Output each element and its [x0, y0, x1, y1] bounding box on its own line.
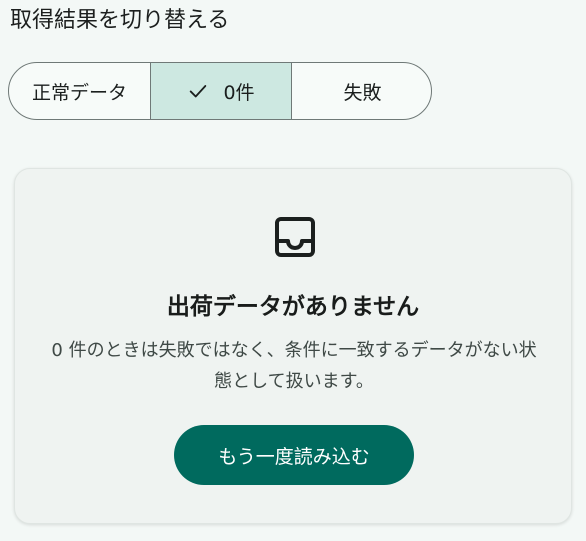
empty-state-description: 0 件のときは失敗ではなく、条件に一致するデータがない状態として扱います。: [51, 340, 537, 392]
segment-normal-data[interactable]: 正常データ: [9, 63, 150, 119]
page: 取得結果を切り替える 正常データ 0件 失敗 出荷データがありません 0 件のと…: [0, 0, 586, 541]
segment-zero-items-label: 0件: [223, 81, 255, 104]
result-toggle: 正常データ 0件 失敗: [8, 62, 432, 120]
empty-state-title: 出荷データがありません: [166, 294, 420, 320]
segment-normal-data-label: 正常データ: [31, 81, 127, 104]
check-icon: [187, 80, 209, 102]
segment-failed-label: 失敗: [343, 81, 382, 104]
reload-button[interactable]: もう一度読み込む: [174, 425, 414, 485]
empty-state-card: 出荷データがありません 0 件のときは失敗ではなく、条件に一致するデータがない状…: [14, 168, 572, 524]
inbox-icon: [271, 213, 319, 261]
segment-zero-items[interactable]: 0件: [150, 63, 292, 119]
section-title: 取得結果を切り替える: [10, 8, 230, 33]
segment-failed[interactable]: 失敗: [292, 63, 431, 119]
